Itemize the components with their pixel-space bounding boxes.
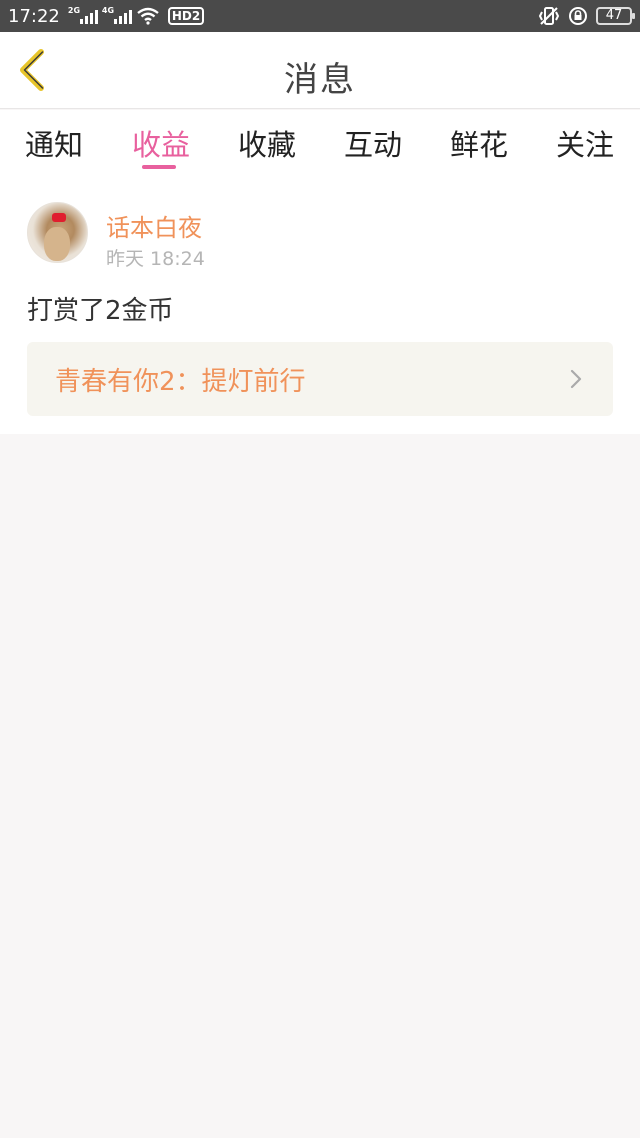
message-item: 话本白夜 昨天 18:24 打赏了2金币 青春有你2：提灯前行 <box>0 178 640 434</box>
battery-icon: 47 <box>596 7 635 25</box>
tab-bar: 通知 收益 收藏 互动 鲜花 关注 <box>0 110 640 178</box>
tab-interactions[interactable]: 互动 <box>333 122 413 164</box>
tab-flowers[interactable]: 鲜花 <box>439 122 519 164</box>
status-right-icons: 47 <box>538 6 635 26</box>
chevron-right-icon <box>570 369 582 389</box>
work-title: 青春有你2：提灯前行 <box>55 366 306 397</box>
avatar[interactable] <box>27 202 88 263</box>
app-header: 消息 <box>0 32 640 109</box>
rotation-lock-icon <box>569 7 587 25</box>
vibrate-icon <box>538 7 560 25</box>
wifi-icon <box>137 7 159 25</box>
signal-sim2-icon: 4G <box>102 6 132 24</box>
status-left-icons: 2G 4G HD2 <box>68 6 205 25</box>
tab-notifications[interactable]: 通知 <box>14 122 94 164</box>
status-bar: 17:22 2G 4G HD2 47 <box>0 0 640 32</box>
message-text: 打赏了2金币 <box>27 296 174 326</box>
page-title: 消息 <box>284 60 356 100</box>
message-time: 昨天 18:24 <box>106 248 205 270</box>
tab-earnings[interactable]: 收益 <box>121 122 201 164</box>
tab-favorites[interactable]: 收藏 <box>227 122 307 164</box>
tab-following[interactable]: 关注 <box>545 122 625 164</box>
work-link-card[interactable]: 青春有你2：提灯前行 <box>27 342 613 416</box>
sender-name[interactable]: 话本白夜 <box>106 208 202 243</box>
status-time: 17:22 <box>8 5 60 27</box>
active-tab-indicator <box>142 165 176 169</box>
signal-sim1-icon: 2G <box>68 6 98 24</box>
hd-badge: HD2 <box>167 7 205 25</box>
